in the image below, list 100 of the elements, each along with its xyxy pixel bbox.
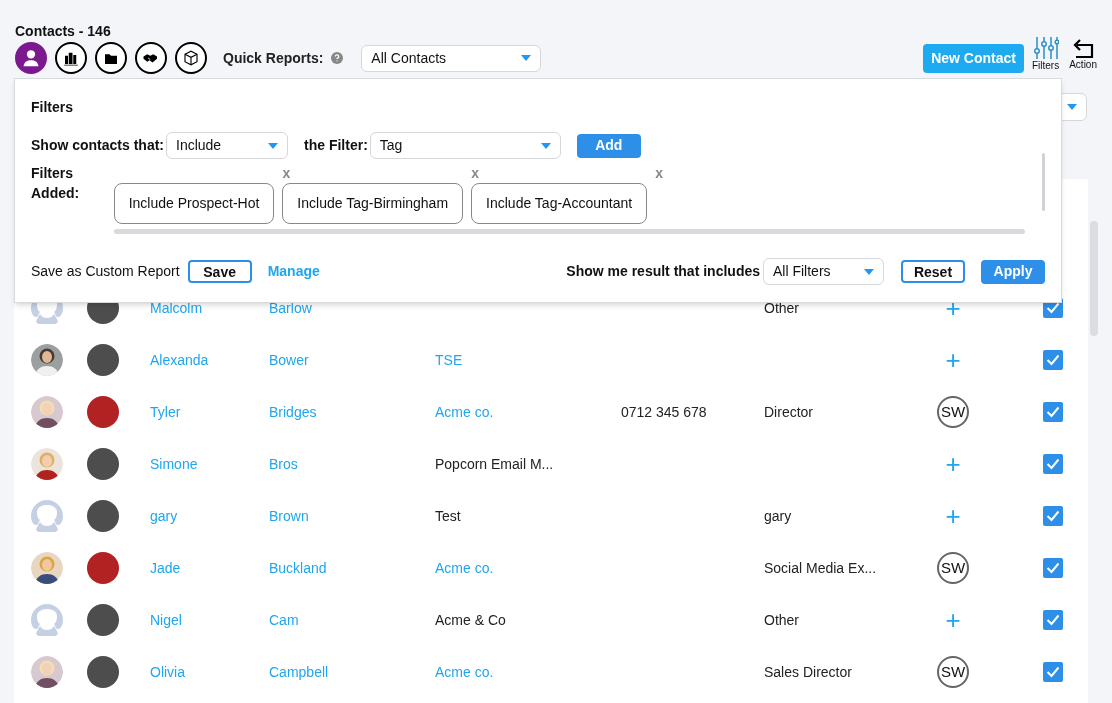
select-value: All Filters [773,262,831,281]
result-label: Show me result that includes [566,262,760,281]
caret-icon [864,268,874,275]
first-name-link[interactable]: Olivia [150,663,185,680]
filter-chip[interactable]: Include Prospect-Hot [113,183,275,224]
filters-label: Filters [1031,60,1060,72]
last-name-link[interactable]: Buckland [269,559,327,576]
avatar-icon [31,500,63,532]
row-checkbox[interactable] [1043,610,1063,630]
company-link[interactable]: Acme co. [435,663,494,680]
select-value: Tag [379,136,403,155]
panel-title: Filters [31,98,74,117]
quick-reports-select[interactable]: All Contacts [361,44,542,72]
sliders-icon[interactable] [1032,36,1059,60]
horizontal-scrollbar[interactable] [113,229,1025,234]
quick-reports-label: Quick Reports: [223,48,324,68]
filter-chip[interactable]: Include Tag-Birmingham [282,183,464,224]
add-button[interactable]: Add [576,133,641,158]
first-name-link[interactable]: Nigel [150,611,182,628]
job-title-text: Social Media Ex... [764,559,877,576]
vertical-scrollbar[interactable] [1041,153,1045,211]
check-icon [1046,510,1060,522]
new-contact-button[interactable]: New Contact [923,43,1024,73]
row-checkbox[interactable] [1043,350,1063,370]
row-checkbox[interactable] [1043,662,1063,682]
first-name-link[interactable]: Alexanda [150,351,209,368]
job-title-text: Director [764,403,813,420]
last-name-link[interactable]: Campbell [269,663,329,680]
select-value: Include [176,136,222,155]
company-text: Popcorn Email M... [435,455,554,472]
row-checkbox[interactable] [1043,506,1063,526]
check-icon [1046,562,1060,574]
reset-button[interactable]: Reset [901,260,965,283]
first-name-link[interactable]: Tyler [150,403,181,420]
caret-icon [521,55,532,61]
last-name-link[interactable]: Barlow [269,299,312,316]
add-owner-button[interactable]: + [945,503,961,529]
caret-icon [268,142,278,149]
owner-initials[interactable]: SW [937,656,969,688]
person-icon[interactable] [15,42,47,74]
company-link[interactable]: TSE [435,351,463,368]
avatar-icon [31,604,63,636]
last-name-link[interactable]: Brown [269,507,309,524]
phone-text: 0712 345 678 [621,403,707,420]
check-icon [1046,614,1060,626]
check-icon [1046,406,1060,418]
action-label: Action [1069,59,1097,71]
company-text: Test [435,507,461,524]
filters-added-label: Filters Added: [31,164,81,203]
check-icon [1046,458,1060,470]
add-owner-button[interactable]: + [945,347,961,373]
last-name-link[interactable]: Bower [269,351,309,368]
apply-button[interactable]: Apply [981,259,1045,284]
row-checkbox[interactable] [1043,402,1063,422]
add-owner-button[interactable]: + [945,295,961,321]
row-checkbox[interactable] [1043,454,1063,474]
company-text: Acme & Co [435,611,506,628]
buildings-icon[interactable] [55,42,87,74]
return-arrow-icon[interactable] [1071,37,1096,59]
company-link[interactable]: Acme co. [435,403,494,420]
manage-link[interactable]: Manage [267,261,320,282]
caret-icon [1067,104,1077,110]
check-icon [1046,666,1060,678]
help-icon[interactable] [331,52,344,64]
result-select[interactable]: All Filters [763,258,884,285]
box-icon[interactable] [175,42,207,74]
first-name-link[interactable]: Jade [150,559,181,576]
first-name-link[interactable]: gary [150,507,178,524]
select-value: All Contacts [371,48,447,68]
folder-icon[interactable] [95,42,127,74]
job-title-text: gary [764,507,792,524]
filter-select[interactable]: Tag [369,132,561,159]
add-owner-button[interactable]: + [945,607,961,633]
remove-chip-button[interactable]: x [655,163,664,184]
remove-chip-button[interactable]: x [471,163,480,184]
job-title-text: Other [764,611,799,628]
handshake-icon[interactable] [135,42,167,74]
first-name-link[interactable]: Simone [150,455,198,472]
save-button[interactable]: Save [187,260,252,283]
company-link[interactable]: Acme co. [435,559,494,576]
owner-initials[interactable]: SW [937,396,969,428]
last-name-link[interactable]: Bros [269,455,298,472]
add-owner-button[interactable]: + [945,451,961,477]
row-checkbox[interactable] [1043,558,1063,578]
job-title-text: Sales Director [764,663,852,680]
show-contacts-label: Show contacts that: [31,136,164,155]
check-icon [1046,354,1060,366]
filter-label: the Filter: [304,136,368,155]
job-title-text: Other [764,299,799,316]
remove-chip-button[interactable]: x [282,163,291,184]
include-select[interactable]: Include [166,132,288,159]
owner-initials[interactable]: SW [937,552,969,584]
page-title: Contacts - 146 [15,22,112,40]
last-name-link[interactable]: Bridges [269,403,317,420]
last-name-link[interactable]: Cam [269,611,299,628]
scrollbar[interactable] [1090,221,1098,336]
first-name-link[interactable]: Malcolm [150,299,203,316]
filter-chip[interactable]: Include Tag-Accountant [471,183,648,224]
save-report-label: Save as Custom Report [31,262,180,281]
caret-icon [540,142,551,149]
